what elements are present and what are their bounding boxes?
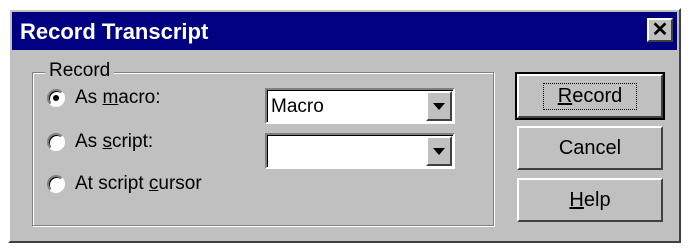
title-bar[interactable]: Record Transcript ✕	[12, 12, 677, 50]
record-button[interactable]: Record	[515, 72, 665, 120]
chevron-down-icon	[433, 102, 445, 110]
radio-at-script-cursor[interactable]: At script cursor	[47, 173, 202, 195]
record-button-label: Record	[542, 82, 638, 110]
script-name-combobox[interactable]	[265, 133, 455, 169]
radio-label-as-script: As script:	[75, 131, 154, 152]
radio-button-checked[interactable]	[47, 89, 65, 107]
radio-as-macro[interactable]: As macro:	[47, 87, 161, 109]
record-groupbox: Record As macro: As script: At script cu…	[32, 60, 494, 226]
cancel-button[interactable]: Cancel	[517, 126, 663, 170]
script-dropdown-button[interactable]	[426, 136, 452, 166]
chevron-down-icon	[433, 147, 445, 155]
radio-label-at-script-cursor: At script cursor	[75, 173, 202, 194]
dialog-title: Record Transcript	[20, 19, 209, 44]
close-button[interactable]: ✕	[647, 18, 673, 42]
close-icon: ✕	[651, 19, 669, 41]
macro-name-value: Macro	[271, 96, 324, 117]
record-transcript-dialog: Record Transcript ✕ Record As macro: As …	[8, 8, 681, 243]
macro-dropdown-button[interactable]	[426, 91, 452, 121]
radio-button[interactable]	[47, 175, 65, 193]
cancel-button-label: Cancel	[558, 136, 622, 159]
help-button[interactable]: Help	[517, 178, 663, 222]
radio-button[interactable]	[47, 133, 65, 151]
radio-label-as-macro: As macro:	[75, 87, 161, 108]
group-label: Record	[45, 60, 115, 82]
radio-as-script[interactable]: As script:	[47, 131, 153, 153]
macro-name-combobox[interactable]: Macro	[265, 88, 455, 124]
help-button-label: Help	[569, 188, 611, 211]
